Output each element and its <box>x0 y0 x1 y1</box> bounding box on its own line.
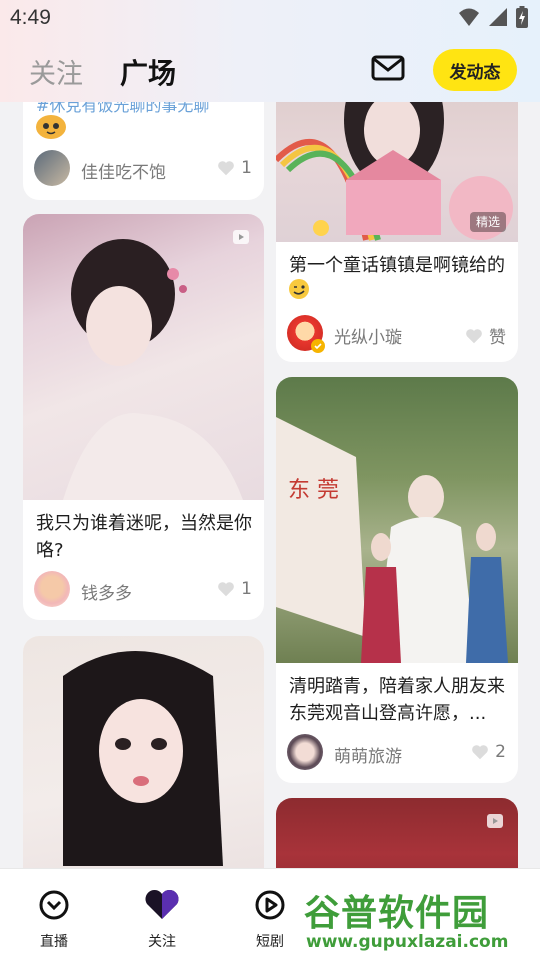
svg-text:东 莞: 东 莞 <box>288 478 339 503</box>
tab-square[interactable]: 广场 <box>120 52 176 92</box>
wink-emoji-icon <box>288 278 310 300</box>
post-meta: 佳佳吃不饱 1 <box>34 150 252 188</box>
nav-label: 关注 <box>148 934 176 950</box>
avatar[interactable] <box>287 734 323 770</box>
post-title: 第一个童话镇镇是啊镜给的 <box>289 252 506 279</box>
play-circle-icon <box>255 890 285 920</box>
watermark-url: www.gupuxlazai.com <box>306 932 509 952</box>
emoji-icon <box>35 112 67 140</box>
nav-label: 直播 <box>40 934 68 950</box>
like-button[interactable]: 2 <box>471 742 506 762</box>
video-icon <box>233 230 249 244</box>
watermark: 谷普软件园 www.gupuxlazai.com <box>296 884 540 960</box>
status-time: 4:49 <box>10 6 51 29</box>
post-meta: 光纵小璇 赞 <box>287 315 506 353</box>
post-button[interactable]: 发动态 <box>433 49 517 91</box>
like-count: 1 <box>241 158 252 178</box>
nav-item-follow[interactable]: 关注 <box>132 889 192 951</box>
post-card[interactable]: 东 莞 清明踏青，陪着家人朋友来东莞观音山登高许愿，... 萌萌旅游 2 <box>276 377 518 783</box>
live-icon <box>39 890 69 920</box>
heart-icon <box>466 328 482 343</box>
featured-badge: 精选 <box>469 212 506 232</box>
wifi-icon <box>459 8 479 26</box>
nav-item-live[interactable]: 直播 <box>24 889 84 951</box>
post-title-text: 第一个童话镇镇是啊镜给的 <box>289 255 505 276</box>
author-name[interactable]: 萌萌旅游 <box>334 742 402 767</box>
nav-item-short-drama[interactable]: 短剧 <box>240 889 300 951</box>
like-button[interactable]: 1 <box>217 579 252 599</box>
signal-icon <box>489 8 507 26</box>
mail-icon <box>371 55 405 81</box>
post-meta: 萌萌旅游 2 <box>287 734 506 772</box>
post-title: 清明踏青，陪着家人朋友来东莞观音山登高许愿，... <box>289 676 505 724</box>
video-icon <box>487 814 503 828</box>
post-meta: 钱多多 1 <box>34 571 252 609</box>
avatar[interactable] <box>34 571 70 607</box>
author-name[interactable]: 佳佳吃不饱 <box>81 158 166 183</box>
watermark-title: 谷普软件园 <box>304 893 490 934</box>
status-icons <box>458 6 528 28</box>
like-button[interactable]: 赞 <box>465 323 506 348</box>
top-nav: 关注 广场 发动态 <box>0 40 540 100</box>
heart-icon <box>218 582 235 597</box>
heart-icon <box>145 889 179 919</box>
nav-label: 短剧 <box>256 934 284 950</box>
tab-follow[interactable]: 关注 <box>29 52 83 91</box>
author-name[interactable]: 光纵小璇 <box>334 323 402 348</box>
feed: #休克有饭光聊的事无聊 佳佳吃不饱 1 我只为谁着迷呢，当然是你咯? 钱多多 1… <box>0 0 540 960</box>
heart-icon <box>218 161 235 176</box>
battery-icon <box>516 6 528 28</box>
like-count: 1 <box>241 579 252 599</box>
post-title: 我只为谁着迷呢，当然是你咯? <box>36 513 252 561</box>
mail-button[interactable] <box>371 54 405 82</box>
verified-icon <box>311 339 325 353</box>
heart-icon <box>472 745 489 760</box>
avatar[interactable] <box>34 150 70 186</box>
author-name[interactable]: 钱多多 <box>81 579 132 604</box>
post-image: 东 莞 <box>276 377 518 663</box>
like-count: 2 <box>495 742 506 762</box>
post-card[interactable]: 我只为谁着迷呢，当然是你咯? 钱多多 1 <box>23 214 264 620</box>
like-button[interactable]: 1 <box>217 158 252 178</box>
post-image <box>23 214 264 500</box>
like-count: 赞 <box>489 328 506 348</box>
status-bar: 4:49 <box>0 0 540 36</box>
